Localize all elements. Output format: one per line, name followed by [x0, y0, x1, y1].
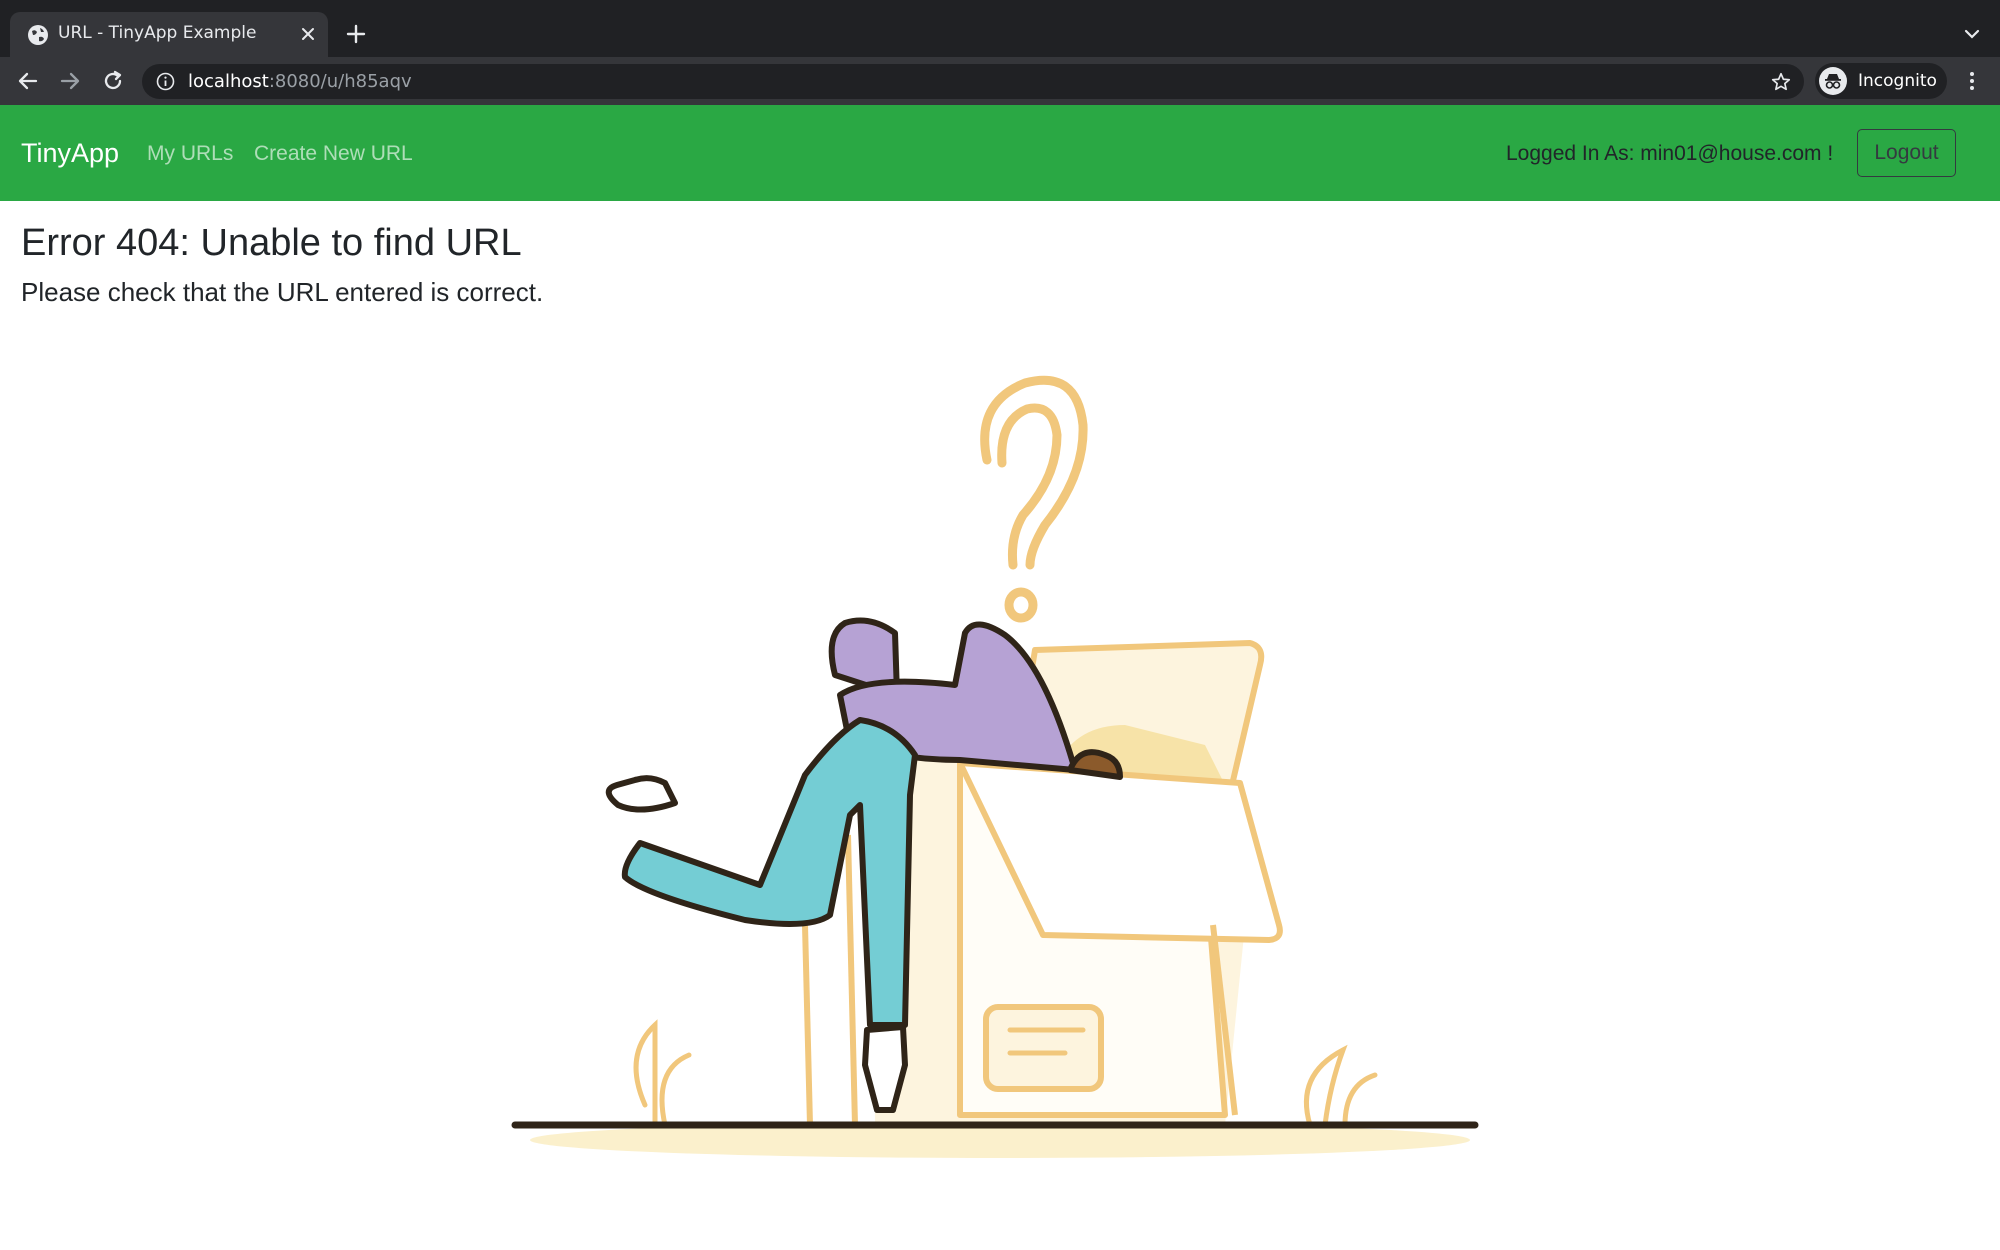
- browser-tab[interactable]: URL - TinyApp Example: [10, 12, 328, 57]
- browser-toolbar: localhost:8080/u/h85aqv Incognito: [0, 57, 2000, 105]
- page-subtitle: Please check that the URL entered is cor…: [21, 277, 544, 307]
- page-title: Error 404: Unable to find URL: [21, 222, 522, 264]
- profile-button[interactable]: Incognito: [1815, 63, 1947, 99]
- browser-tab-strip: URL - TinyApp Example: [0, 0, 2000, 57]
- question-mark-icon: [980, 375, 1088, 623]
- url-host: localhost: [188, 71, 269, 92]
- incognito-icon: [1819, 67, 1847, 95]
- globe-icon: [28, 25, 48, 45]
- url-text[interactable]: localhost:8080/u/h85aqv: [188, 71, 412, 92]
- brand-link[interactable]: TinyApp: [21, 138, 119, 169]
- chevron-down-icon[interactable]: [1962, 27, 1982, 41]
- plus-icon[interactable]: [345, 23, 367, 45]
- profile-label: Incognito: [1858, 71, 1937, 91]
- app-navbar: TinyApp My URLs Create New URL Logged In…: [0, 105, 2000, 201]
- address-bar[interactable]: localhost:8080/u/h85aqv: [142, 64, 1804, 99]
- url-path: :8080/u/h85aqv: [268, 71, 412, 92]
- kebab-menu-icon[interactable]: [1960, 69, 1984, 93]
- logged-in-user-text: Logged In As: min01@house.com !: [1506, 142, 1834, 165]
- logout-button[interactable]: Logout: [1857, 129, 1956, 177]
- tab-title: URL - TinyApp Example: [58, 23, 257, 43]
- not-found-illustration: [511, 375, 1479, 1158]
- nav-link-my-urls[interactable]: My URLs: [147, 142, 233, 166]
- info-icon[interactable]: [156, 72, 175, 91]
- arrow-left-icon[interactable]: [16, 69, 40, 93]
- nav-link-create-new-url[interactable]: Create New URL: [254, 142, 413, 166]
- close-icon[interactable]: [299, 25, 317, 43]
- star-icon[interactable]: [1770, 71, 1792, 93]
- arrow-right-icon[interactable]: [58, 69, 82, 93]
- reload-icon[interactable]: [101, 69, 125, 93]
